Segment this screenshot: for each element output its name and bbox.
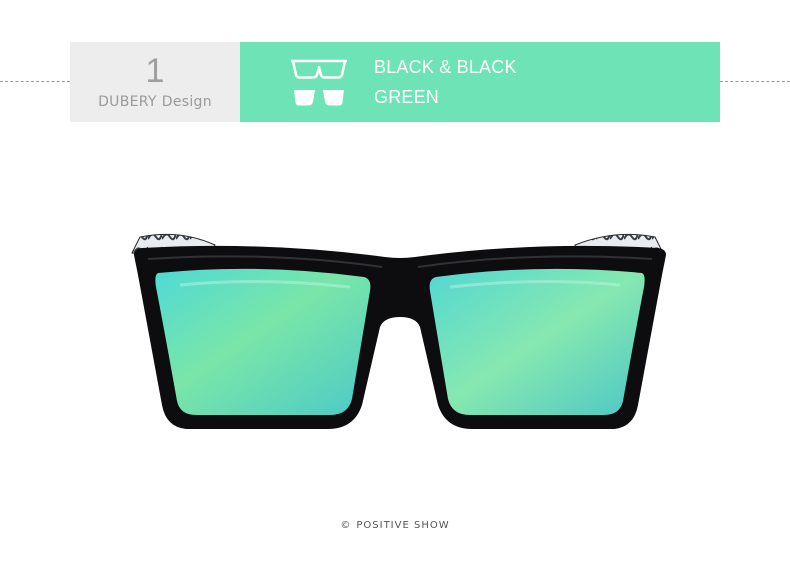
frame-color-label: BLACK & BLACK (374, 57, 517, 77)
color-spec-panel: BLACK & BLACK GREEN (240, 42, 720, 122)
brand-name: DUBERY (98, 94, 157, 110)
credit-text: POSITIVE SHOW (356, 520, 450, 531)
brand-design-label: DUBERY Design (70, 94, 240, 110)
color-info-card: 1 DUBERY Design BLACK & BLACK GREEN (70, 42, 720, 122)
design-number-panel: 1 DUBERY Design (70, 42, 240, 122)
design-number: 1 (145, 52, 165, 90)
copyright-icon: © (340, 520, 352, 531)
left-lens (155, 268, 371, 415)
copyright-footer: © POSITIVE SHOW (0, 520, 790, 531)
lens-color-label: GREEN (374, 87, 440, 107)
dashed-divider-left (0, 81, 70, 82)
dashed-divider-right (720, 81, 790, 82)
product-detail-page: 1 DUBERY Design BLACK & BLACK GREEN © PO… (0, 0, 790, 579)
glasses-lens-icon (294, 90, 344, 106)
right-lens (429, 268, 645, 415)
sunglasses-product-image (131, 233, 666, 429)
design-word: Design (161, 94, 212, 110)
glasses-frame-icon (291, 59, 347, 79)
